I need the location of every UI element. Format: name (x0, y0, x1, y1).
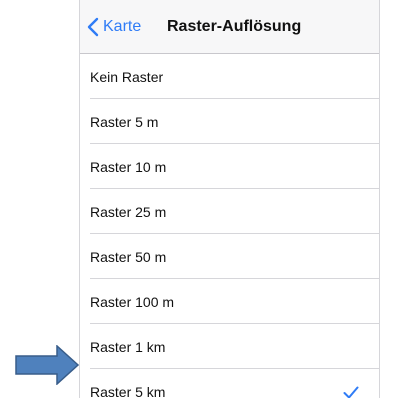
list-item-raster-5m[interactable]: Raster 5 m (80, 99, 379, 144)
list-item-label: Raster 50 m (90, 248, 167, 265)
list-item-label: Raster 25 m (90, 203, 167, 220)
back-button[interactable]: Karte (86, 15, 141, 39)
settings-screen: Karte Raster-Auflösung Kein Raster Raste… (79, 0, 380, 398)
list-item-raster-50m[interactable]: Raster 50 m (80, 234, 379, 279)
list-item-label: Raster 5 m (90, 113, 159, 130)
list-item-label: Kein Raster (90, 68, 164, 85)
navigation-bar: Karte Raster-Auflösung (80, 0, 379, 54)
page-title: Raster-Auflösung (167, 18, 302, 35)
screenshot-stage: Karte Raster-Auflösung Kein Raster Raste… (0, 0, 393, 398)
list-item-label: Raster 10 m (90, 158, 167, 175)
list-item-raster-25m[interactable]: Raster 25 m (80, 189, 379, 234)
list-item-label: Raster 1 km (90, 338, 166, 355)
checkmark-icon (343, 386, 359, 398)
list-item-raster-100m[interactable]: Raster 100 m (80, 279, 379, 324)
grid-resolution-list: Kein Raster Raster 5 m Raster 10 m Raste… (80, 54, 379, 398)
list-item-kein-raster[interactable]: Kein Raster (80, 54, 379, 99)
right-arrow-icon (15, 345, 79, 385)
list-item-raster-10m[interactable]: Raster 10 m (80, 144, 379, 189)
chevron-left-icon (87, 17, 99, 37)
back-button-label[interactable]: Karte (103, 18, 141, 36)
list-item-label: Raster 100 m (90, 293, 175, 310)
list-item-raster-1km[interactable]: Raster 1 km (80, 324, 379, 369)
list-item-label: Raster 5 km (90, 383, 166, 398)
list-item-raster-5km[interactable]: Raster 5 km (80, 369, 379, 398)
